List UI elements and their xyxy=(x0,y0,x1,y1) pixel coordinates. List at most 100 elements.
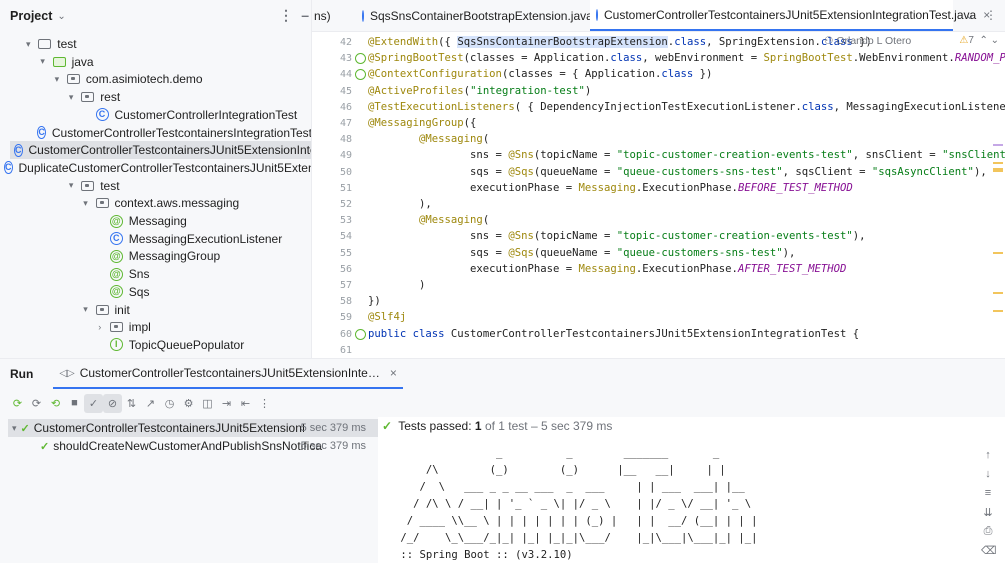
settings-icon[interactable]: ⚙ xyxy=(179,394,198,413)
tree-item[interactable]: ▾ test xyxy=(0,177,311,195)
minimize-icon[interactable]: – xyxy=(301,7,309,23)
tree-item[interactable]: @ Sns xyxy=(0,265,311,283)
code-line[interactable]: @MessagingGroup({ xyxy=(368,115,476,131)
spring-bean-gutter-icon[interactable] xyxy=(355,69,366,81)
scroll-marker[interactable] xyxy=(993,252,1003,254)
scroll-marker[interactable] xyxy=(993,310,1003,312)
tree-item[interactable]: C CustomerControllerTestcontainersIntegra… xyxy=(0,124,311,142)
trash-icon[interactable]: ⌫ xyxy=(981,544,997,563)
tree-item[interactable]: @ Sqs xyxy=(0,283,311,301)
expand-arrow-icon[interactable]: ▾ xyxy=(65,92,77,103)
toggle-auto-test-icon[interactable]: ⟲ xyxy=(46,394,65,413)
expand-arrow-icon[interactable]: ▾ xyxy=(12,423,17,434)
more-options-icon[interactable]: ⋮ xyxy=(255,394,274,413)
more-options-icon[interactable]: ⋮ xyxy=(279,7,293,24)
tree-item[interactable]: @ Messaging xyxy=(0,212,311,230)
rerun-failed-icon[interactable]: ⟳ xyxy=(27,394,46,413)
close-tab-icon[interactable]: × xyxy=(390,366,397,380)
tree-item[interactable]: C DuplicateCustomerControllerTestcontaine… xyxy=(0,159,311,177)
expand-arrow-icon[interactable]: ▾ xyxy=(37,56,49,67)
code-line[interactable]: sns = @Sns(topicName = "topic-customer-c… xyxy=(368,147,1005,163)
project-header[interactable]: Project ⌄ ⋮ – xyxy=(0,0,311,32)
tree-item[interactable]: ▾ init xyxy=(0,301,311,319)
tree-item[interactable]: ▾ com.asimiotech.demo xyxy=(0,70,311,88)
tree-item[interactable]: ▾ java xyxy=(0,53,311,71)
expand-arrow-icon[interactable]: ▾ xyxy=(80,198,92,209)
tree-item[interactable]: ▾ test xyxy=(0,35,311,53)
code-line[interactable]: sqs = @Sqs(queueName = "queue-customers-… xyxy=(368,164,987,180)
scroll-marker[interactable] xyxy=(993,168,1003,172)
tree-item[interactable]: C CustomerControllerTestcontainersJUnit5E… xyxy=(10,141,311,160)
code-line[interactable]: executionPhase = Messaging.ExecutionPhas… xyxy=(368,180,853,196)
run-config-tab[interactable]: ◁▷ CustomerControllerTestcontainersJUnit… xyxy=(53,359,403,389)
code-line[interactable]: @ActiveProfiles("integration-test") xyxy=(368,83,591,99)
scroll-to-end-icon[interactable]: ⇊ xyxy=(981,506,995,525)
tree-item[interactable]: › impl xyxy=(0,318,311,336)
spring-bean-gutter-icon[interactable] xyxy=(355,328,366,340)
test-duration: 5 sec 379 ms xyxy=(300,440,366,452)
tree-item[interactable]: ▾ context.aws.messaging xyxy=(0,194,311,212)
tab-partial[interactable]: ns) xyxy=(312,0,352,31)
run-toolbar: ⟳ ⟳ ⟲ ■ ✓ ⊘ ⇅ ↗ ◷ ⚙ ◫ ⇥ ⇤ ⋮ xyxy=(0,389,1005,417)
tree-item[interactable]: @ MessagingGroup xyxy=(0,247,311,265)
class-icon: C xyxy=(95,108,109,122)
show-ignored-icon[interactable]: ⊘ xyxy=(103,393,122,413)
export-icon[interactable]: ⇥ xyxy=(217,394,236,413)
tab-sqs-sns-extension[interactable]: SqsSnsContainerBootstrapExtension.java xyxy=(362,0,593,31)
test-result-row[interactable]: ▾ ✓ CustomerControllerTestcontainersJUnit5… xyxy=(8,419,378,437)
scroll-marker[interactable] xyxy=(993,144,1003,146)
print-icon[interactable]: ⎙ xyxy=(981,525,995,544)
tree-item[interactable]: I TopicQueuePopulator xyxy=(0,336,311,354)
code-line[interactable]: @SpringBootTest(classes = Application.cl… xyxy=(368,50,1005,66)
code-line[interactable]: @Messaging( xyxy=(368,131,489,147)
tree-item[interactable]: C MessagingExecutionListener xyxy=(0,230,311,248)
code-line[interactable]: public class CustomerControllerTestconta… xyxy=(368,326,859,342)
code-line[interactable]: executionPhase = Messaging.ExecutionPhas… xyxy=(368,261,846,277)
history-icon[interactable]: ◷ xyxy=(160,394,179,413)
import-icon[interactable]: ⇤ xyxy=(236,394,255,413)
stop-icon[interactable]: ■ xyxy=(65,394,84,413)
expand-arrow-icon[interactable]: ▾ xyxy=(22,39,34,50)
sort-icon[interactable]: ⇅ xyxy=(122,394,141,413)
expand-arrow-icon[interactable]: › xyxy=(94,322,106,332)
code-editor[interactable]: 42 43 44 45 46 47 48 49 50 51 52 53 54 55 56 57 58 59 60 61… xyxy=(312,32,1005,358)
expand-arrow-icon[interactable]: ▾ xyxy=(80,304,92,315)
show-passed-icon[interactable]: ✓ xyxy=(84,393,103,413)
code-line[interactable]: }) xyxy=(368,293,381,309)
screenshot-icon[interactable]: ◫ xyxy=(198,394,217,413)
code-line[interactable]: sns = @Sns(topicName = "topic-customer-c… xyxy=(368,228,865,244)
code-line[interactable]: @ExtendWith({ SqsSnsContainerBootstrapEx… xyxy=(368,34,872,50)
test-result-row[interactable]: ✓ shouldCreateNewCustomerAndPublishSnsNot… xyxy=(0,437,378,455)
scroll-marker[interactable] xyxy=(993,162,1003,164)
sort-duration-icon[interactable]: ↗ xyxy=(141,394,160,413)
soft-wrap-icon[interactable]: ≡ xyxy=(981,487,995,506)
chevron-down-icon[interactable]: ⌄ xyxy=(965,8,975,22)
code-line[interactable]: ) xyxy=(368,277,425,293)
chevron-up-icon[interactable]: ⌃ xyxy=(979,35,987,46)
more-options-icon[interactable]: ⋮ xyxy=(985,8,997,22)
arrow-down-icon[interactable]: ↓ xyxy=(981,468,995,487)
expand-arrow-icon[interactable]: ▾ xyxy=(51,74,63,85)
expand-arrow-icon[interactable]: ▾ xyxy=(65,180,77,191)
author-inlay[interactable]: ⚇ Orlando L Otero xyxy=(824,35,911,47)
inspection-widget[interactable]: ⚠7 ⌃ ⌄ xyxy=(959,35,999,46)
code-line[interactable]: sqs = @Sqs(queueName = "queue-customers-… xyxy=(368,245,795,261)
console-output[interactable]: ✓ Tests passed: 1 of 1 test – 5 sec 379 … xyxy=(378,417,1005,563)
chevron-down-icon[interactable]: ⌄ xyxy=(57,11,65,22)
rerun-icon[interactable]: ⟳ xyxy=(8,394,27,413)
tab-customer-controller-test[interactable]: CustomerControllerTestcontainersJUnit5Ex… xyxy=(590,0,990,31)
tab-label: CustomerControllerTestcontainersJUnit5Ex… xyxy=(604,7,977,22)
code-line[interactable]: ), xyxy=(368,196,432,212)
editor-tabs: ns) SqsSnsContainerBootstrapExtension.ja… xyxy=(312,0,1005,32)
tree-item[interactable]: C CustomerControllerIntegrationTest xyxy=(0,106,311,124)
code-line[interactable]: @ContextConfiguration(classes = { Applic… xyxy=(368,66,712,82)
arrow-up-icon[interactable]: ↑ xyxy=(981,449,995,468)
code-line[interactable]: @TestExecutionListeners( { DependencyInj… xyxy=(368,99,1005,115)
chevron-down-icon[interactable]: ⌄ xyxy=(991,35,999,46)
code-line[interactable]: @Slf4j xyxy=(368,309,406,325)
spring-bean-gutter-icon[interactable] xyxy=(355,53,366,65)
scroll-marker[interactable] xyxy=(993,292,1003,294)
line-number: 52 xyxy=(339,199,352,210)
tree-item[interactable]: ▾ rest xyxy=(0,88,311,106)
code-line[interactable]: @Messaging( xyxy=(368,212,489,228)
